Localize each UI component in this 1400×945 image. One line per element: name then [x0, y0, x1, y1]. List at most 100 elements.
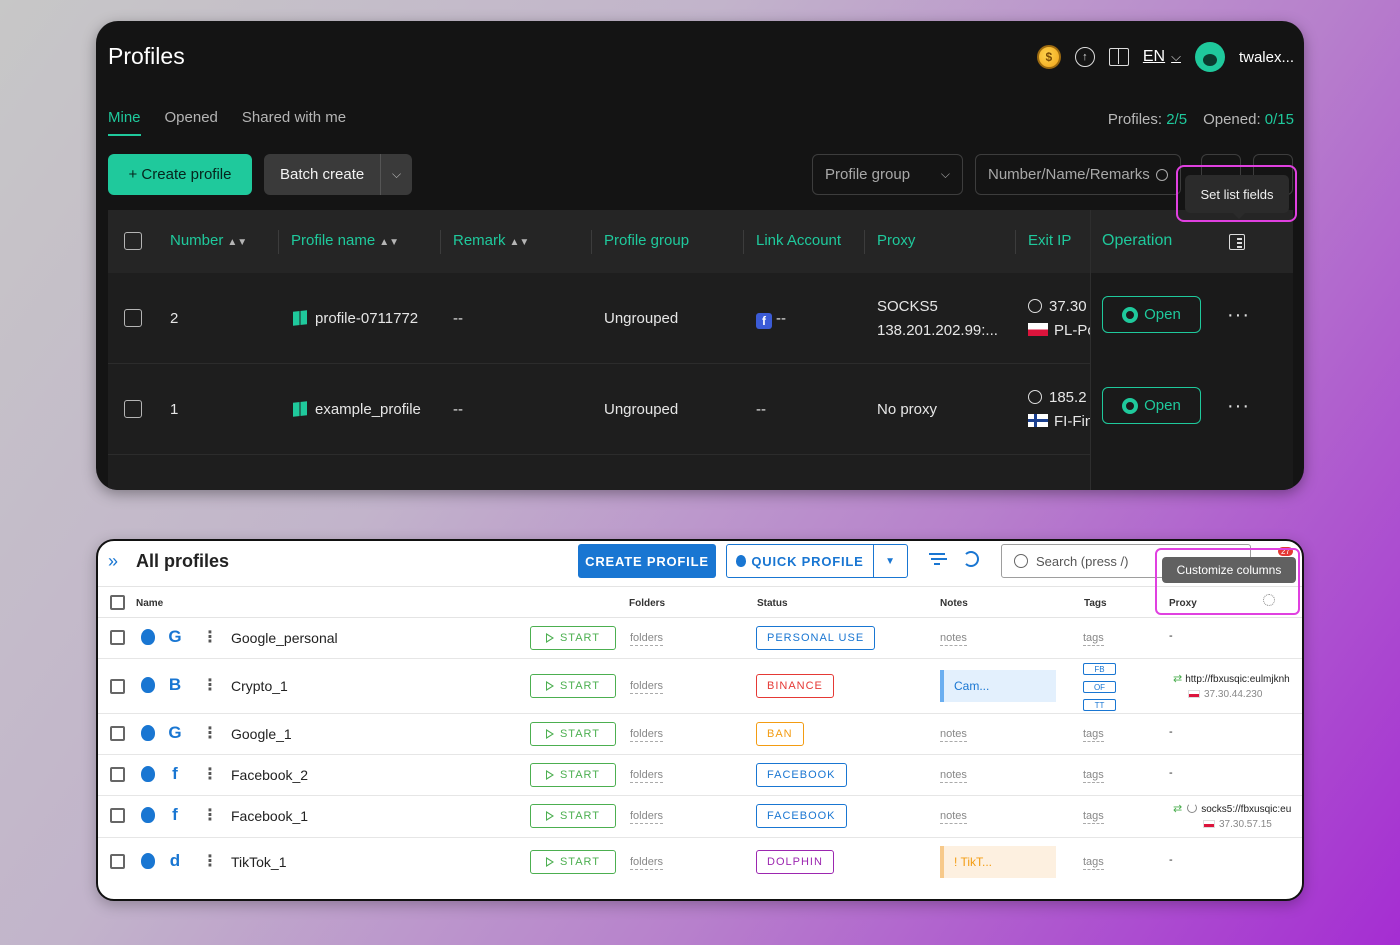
- user-name[interactable]: twalex...: [1239, 49, 1294, 66]
- notes-link[interactable]: notes: [940, 769, 967, 783]
- profile-name[interactable]: TikTok_1: [231, 854, 287, 870]
- tags-link[interactable]: tags: [1083, 632, 1104, 646]
- column-divider: [278, 230, 279, 254]
- kebab-menu-icon[interactable]: ⋮: [202, 675, 218, 695]
- row-checkbox[interactable]: [110, 630, 125, 645]
- open-button[interactable]: Open: [1102, 387, 1201, 424]
- row-checkbox[interactable]: [110, 679, 125, 694]
- kebab-menu-icon[interactable]: ⋮: [202, 851, 218, 871]
- column-remark[interactable]: Remark ▲▼: [453, 232, 529, 249]
- list-fields-icon[interactable]: [1229, 234, 1245, 250]
- avatar[interactable]: [1194, 42, 1225, 72]
- tags-link[interactable]: tags: [1083, 810, 1104, 824]
- select-all-checkbox[interactable]: [124, 232, 142, 250]
- status-badge[interactable]: DOLPHIN: [756, 850, 834, 874]
- notes-link[interactable]: notes: [940, 810, 967, 824]
- chevron-down-icon[interactable]: ⌵: [380, 154, 412, 195]
- row-checkbox[interactable]: [110, 767, 125, 782]
- more-actions-icon[interactable]: ···: [1227, 395, 1250, 418]
- start-button[interactable]: START: [530, 674, 616, 698]
- tag-chip[interactable]: OF: [1083, 681, 1116, 693]
- status-badge[interactable]: FACEBOOK: [756, 804, 847, 828]
- status-badge[interactable]: BINANCE: [756, 674, 834, 698]
- kebab-menu-icon[interactable]: ⋮: [202, 764, 218, 784]
- tags-link[interactable]: tags: [1083, 856, 1104, 870]
- expand-sidebar-icon[interactable]: »: [108, 551, 118, 572]
- notes-link[interactable]: notes: [940, 632, 967, 646]
- status-badge[interactable]: FACEBOOK: [756, 763, 847, 787]
- tags-link[interactable]: tags: [1083, 769, 1104, 783]
- profile-name[interactable]: example_profile: [293, 401, 421, 418]
- profile-group-select[interactable]: Profile group ⌵: [812, 154, 963, 195]
- open-button[interactable]: Open: [1102, 296, 1201, 333]
- tab-shared-with-me[interactable]: Shared with me: [242, 109, 346, 136]
- ip-check-icon[interactable]: [1028, 390, 1042, 404]
- refresh-icon[interactable]: [963, 551, 979, 567]
- row-checkbox[interactable]: [110, 726, 125, 741]
- table-row[interactable]: G ⋮ Google_1 START folders BAN notes tag…: [98, 714, 1302, 755]
- row-checkbox[interactable]: [110, 808, 125, 823]
- notes-link[interactable]: notes: [940, 728, 967, 742]
- row-checkbox[interactable]: [110, 854, 125, 869]
- profile-name[interactable]: profile-0711772: [293, 310, 418, 327]
- profile-name[interactable]: Crypto_1: [231, 678, 288, 694]
- swap-icon[interactable]: ⇄: [1173, 673, 1182, 685]
- profile-name[interactable]: Facebook_2: [231, 767, 308, 783]
- table-row[interactable]: f ⋮ Facebook_1 START folders FACEBOOK no…: [98, 796, 1302, 838]
- tab-opened[interactable]: Opened: [165, 109, 218, 136]
- upload-icon[interactable]: ↑: [1074, 47, 1095, 67]
- profile-name[interactable]: Google_1: [231, 726, 292, 742]
- sort-icon[interactable]: ▲▼: [379, 237, 399, 248]
- row-checkbox[interactable]: [124, 309, 142, 327]
- start-button[interactable]: START: [530, 850, 616, 874]
- table-row[interactable]: f ⋮ Facebook_2 START folders FACEBOOK no…: [98, 755, 1302, 796]
- folders-link[interactable]: folders: [630, 680, 664, 694]
- refresh-icon[interactable]: [1187, 803, 1198, 813]
- start-button[interactable]: START: [530, 626, 616, 650]
- sort-icon[interactable]: ▲▼: [510, 237, 530, 248]
- search-input[interactable]: Number/Name/Remarks: [975, 154, 1181, 195]
- batch-create-button[interactable]: Batch create ⌵: [264, 154, 412, 195]
- tab-mine[interactable]: Mine: [108, 109, 141, 136]
- folders-link[interactable]: folders: [630, 632, 664, 646]
- coin-icon[interactable]: $: [1036, 45, 1061, 69]
- kebab-menu-icon[interactable]: ⋮: [202, 627, 218, 647]
- start-button[interactable]: START: [530, 804, 616, 828]
- tag-chip[interactable]: FB: [1083, 663, 1116, 675]
- tag-chip[interactable]: TT: [1083, 699, 1116, 711]
- row-checkbox[interactable]: [124, 400, 142, 418]
- quick-profile-main[interactable]: QUICK PROFILE: [727, 545, 874, 577]
- quick-profile-button[interactable]: QUICK PROFILE ▼: [726, 544, 908, 578]
- chevron-down-icon[interactable]: ▼: [874, 556, 907, 567]
- note-chip[interactable]: Cam...: [940, 670, 1056, 702]
- language-selector[interactable]: EN ⌵: [1143, 48, 1181, 66]
- kebab-menu-icon[interactable]: ⋮: [202, 723, 218, 743]
- folders-link[interactable]: folders: [630, 728, 664, 742]
- more-actions-icon[interactable]: ···: [1227, 304, 1250, 327]
- profile-name[interactable]: Google_personal: [231, 630, 338, 646]
- table-row[interactable]: d ⋮ TikTok_1 START folders DOLPHIN ! Tik…: [98, 838, 1302, 885]
- filter-icon[interactable]: [929, 553, 945, 565]
- start-button[interactable]: START: [530, 722, 616, 746]
- create-profile-button[interactable]: CREATE PROFILE: [578, 544, 716, 578]
- sort-icon[interactable]: ▲▼: [227, 237, 247, 248]
- column-profile-name[interactable]: Profile name ▲▼: [291, 232, 399, 249]
- select-all-checkbox[interactable]: [110, 595, 125, 610]
- kebab-menu-icon[interactable]: ⋮: [202, 805, 218, 825]
- ip-check-icon[interactable]: [1028, 299, 1042, 313]
- table-row[interactable]: B ⋮ Crypto_1 START folders BINANCE Cam..…: [98, 659, 1302, 714]
- profile-name[interactable]: Facebook_1: [231, 808, 308, 824]
- folders-link[interactable]: folders: [630, 769, 664, 783]
- swap-icon[interactable]: ⇄: [1173, 803, 1182, 815]
- table-row[interactable]: G ⋮ Google_personal START folders PERSON…: [98, 618, 1302, 659]
- docs-book-icon[interactable]: [1108, 48, 1129, 66]
- note-chip[interactable]: ! TikT...: [940, 846, 1056, 878]
- column-number[interactable]: Number ▲▼: [170, 232, 247, 249]
- create-profile-button[interactable]: + Create profile: [108, 154, 252, 195]
- start-button[interactable]: START: [530, 763, 616, 787]
- folders-link[interactable]: folders: [630, 856, 664, 870]
- status-badge[interactable]: BAN: [756, 722, 804, 746]
- tags-link[interactable]: tags: [1083, 728, 1104, 742]
- folders-link[interactable]: folders: [630, 810, 664, 824]
- status-badge[interactable]: PERSONAL USE: [756, 626, 876, 650]
